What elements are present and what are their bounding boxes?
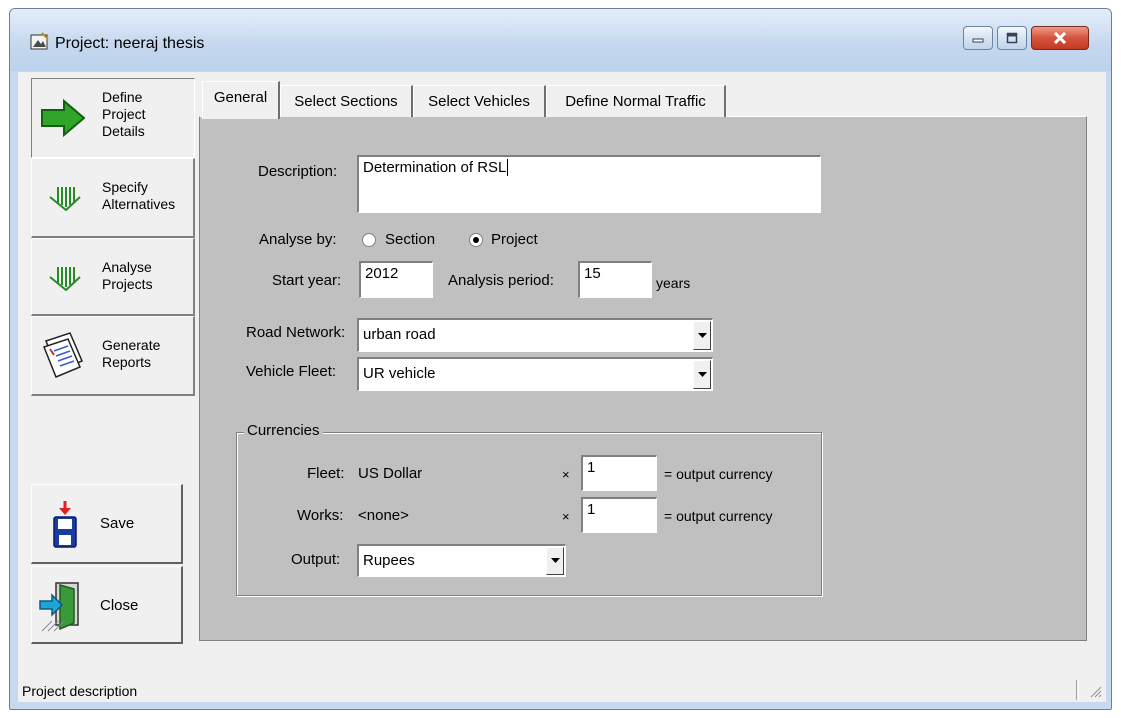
description-field[interactable]: Determination of RSL [357,155,821,213]
output-currency-label: Output: [291,551,341,568]
text-cursor [507,159,513,176]
vehicle-fleet-label: Vehicle Fleet: [246,363,337,380]
status-bar [18,678,1106,702]
specify-alternatives-button[interactable]: Specify Alternatives [31,158,195,238]
description-label: Description: [258,163,338,180]
analyse-by-section-label[interactable]: Section [385,231,435,248]
nav-label: Specify Alternatives [102,179,176,212]
close-button[interactable]: Close [31,566,183,644]
fleet-times-symbol: × [562,467,570,482]
close-button-label: Close [100,597,139,614]
app-icon [30,32,49,50]
analysis-period-field[interactable]: 15 [578,261,652,298]
generate-reports-button[interactable]: Generate Reports [31,316,195,396]
vehicle-fleet-select[interactable]: UR vehicle [357,357,713,391]
start-year-label: Start year: [272,272,342,289]
fleet-currency-label: Fleet: [307,465,345,482]
description-value: Determination of RSL [363,159,507,176]
nav-label: Define Project Details [102,89,146,139]
fleet-output-currency-label: = output currency [664,466,773,482]
output-currency-dropdown-button[interactable] [546,547,564,575]
tab-general[interactable]: General [202,81,280,119]
analyse-by-label: Analyse by: [259,231,337,248]
works-times-symbol: × [562,509,570,524]
analyse-by-project-radio[interactable] [469,233,483,247]
chevron-down-icon [697,332,707,338]
tab-select-sections[interactable]: Select Sections [280,85,413,117]
nav-label: Analyse Projects [102,259,153,292]
green-arrow-down-icon [49,187,81,211]
exit-door-icon [39,582,79,632]
works-multiplier-field[interactable]: 1 [581,497,657,533]
green-arrow-down-icon [49,267,81,291]
define-project-details-button[interactable]: Define Project Details [31,78,195,158]
vehicle-fleet-dropdown-button[interactable] [693,360,711,389]
currencies-group-title: Currencies [244,422,323,439]
output-currency-select[interactable]: Rupees [357,544,566,577]
nav-label: Generate Reports [102,337,161,370]
save-button-label: Save [100,515,135,532]
works-currency-label: Works: [297,507,344,524]
years-unit-label: years [656,275,691,291]
road-network-label: Road Network: [246,324,346,341]
maximize-icon [1006,32,1018,44]
fleet-multiplier-field[interactable]: 1 [581,455,657,491]
road-network-value: urban road [363,326,436,343]
window-title: Project: neeraj thesis [55,35,205,52]
chevron-down-icon [550,558,560,563]
analyse-by-section-radio[interactable] [362,233,376,247]
analyse-by-project-label[interactable]: Project [491,231,538,248]
tab-define-normal-traffic[interactable]: Define Normal Traffic [546,85,726,117]
fleet-currency-value: US Dollar [358,465,423,482]
output-currency-value: Rupees [363,552,415,569]
green-arrow-right-icon [41,99,86,137]
save-button[interactable]: Save [31,484,183,564]
road-network-select[interactable]: urban road [357,318,713,352]
analysis-period-label: Analysis period: [448,272,554,289]
works-output-currency-label: = output currency [664,508,773,524]
close-icon [1053,32,1067,44]
maximize-button[interactable] [997,26,1027,50]
minimize-button[interactable] [963,26,993,50]
works-currency-value: <none> [358,507,409,524]
save-icon [53,501,77,548]
reports-icon [43,332,83,378]
analyse-projects-button[interactable]: Analyse Projects [31,238,195,316]
road-network-dropdown-button[interactable] [693,321,711,350]
close-window-button[interactable] [1031,26,1089,50]
chevron-down-icon [697,371,707,377]
tab-select-vehicles[interactable]: Select Vehicles [413,85,546,117]
minimize-icon [972,38,984,43]
resize-grip-icon[interactable] [1088,684,1102,698]
status-text: Project description [22,683,138,699]
start-year-field[interactable]: 2012 [359,261,433,298]
status-separator [1076,680,1079,700]
vehicle-fleet-value: UR vehicle [363,365,436,382]
